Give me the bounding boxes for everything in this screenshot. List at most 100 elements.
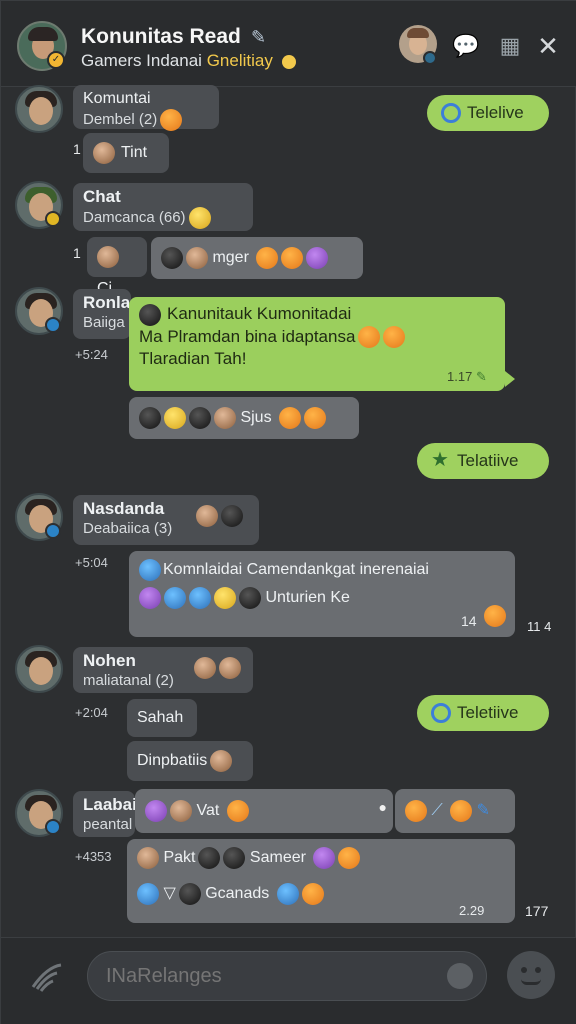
pencil-icon: ✎ bbox=[475, 369, 487, 384]
sender-name: Chat bbox=[83, 187, 121, 206]
emoji-icon bbox=[281, 246, 304, 269]
reply-bubble: Ci bbox=[87, 237, 147, 297]
emoji-icon bbox=[313, 847, 336, 869]
message-line: Kanunitauk Kumonitadai bbox=[139, 303, 495, 326]
chat-title: Konunitas Read bbox=[81, 25, 241, 48]
message-bubble: Laabai peantal bbox=[73, 791, 137, 837]
emoji-icon bbox=[139, 406, 161, 429]
online-badge-icon bbox=[423, 51, 437, 65]
reaction-bubble: ⟋ ✎ bbox=[395, 789, 515, 833]
thread-count: 1 bbox=[73, 141, 81, 157]
status-pill[interactable]: Telelive bbox=[427, 95, 549, 131]
reaction-count: 2.29 bbox=[459, 903, 485, 918]
emoji-icon bbox=[164, 587, 186, 609]
emoji-icon bbox=[223, 847, 246, 869]
badge-icon bbox=[45, 211, 61, 227]
emoji-icon bbox=[221, 505, 243, 527]
emoji-group bbox=[193, 505, 243, 527]
smiley-icon[interactable] bbox=[447, 963, 473, 989]
dot-icon[interactable]: ● bbox=[379, 789, 387, 825]
emoji-icon bbox=[188, 207, 211, 229]
message-bubble: Ronla Baiiga bbox=[73, 289, 131, 339]
emoji-icon bbox=[358, 326, 381, 349]
emoji-icon bbox=[306, 246, 329, 269]
emoji-group bbox=[191, 657, 241, 679]
emoji-icon bbox=[137, 847, 159, 869]
badge-icon bbox=[45, 523, 61, 539]
emoji-icon bbox=[170, 799, 192, 822]
close-icon[interactable]: ✕ bbox=[533, 31, 563, 61]
signal-icon[interactable] bbox=[27, 957, 67, 997]
sender-sub: Dembel (2) bbox=[83, 109, 209, 131]
emoji-icon bbox=[405, 799, 427, 822]
emoji-icon bbox=[226, 799, 249, 822]
drop-icon bbox=[441, 103, 461, 123]
drop-icon bbox=[431, 703, 451, 723]
emoji-icon bbox=[139, 303, 161, 326]
reaction-text: Sjus bbox=[240, 409, 272, 426]
emoji-icon bbox=[189, 587, 211, 609]
emoji-icon bbox=[276, 883, 299, 905]
chat-bubble-icon[interactable]: 💬 bbox=[451, 31, 481, 61]
status-pill[interactable]: ★ Telatiive bbox=[417, 443, 549, 479]
message-bubble: Pakt Sameer ▽ Gcanads bbox=[127, 839, 515, 923]
message-bubble: Chat Damcanca (66) bbox=[73, 183, 253, 231]
emoji-icon bbox=[239, 587, 261, 609]
emoji-icon bbox=[145, 799, 167, 822]
emoji-icon bbox=[164, 406, 186, 429]
message-line: Pakt Sameer bbox=[137, 847, 505, 869]
reaction-bubble: mger bbox=[151, 237, 363, 279]
message-time: 1.17 ✎ bbox=[447, 369, 487, 384]
message-bubble: Komuntai Dembel (2) bbox=[73, 85, 219, 131]
emoji-icon bbox=[219, 657, 241, 679]
status-pill[interactable]: Teletiive bbox=[417, 695, 549, 731]
avatar[interactable] bbox=[15, 85, 63, 133]
message-line: Komnlaidai Camendankgat inerenaiai bbox=[139, 559, 505, 581]
reaction-count: 14 bbox=[461, 613, 477, 629]
emoji-icon bbox=[210, 749, 233, 772]
wand-icon: ⟋ bbox=[427, 802, 448, 819]
emoji-icon bbox=[160, 109, 183, 131]
emoji-icon bbox=[450, 799, 473, 822]
tag-icon: ✎ bbox=[251, 27, 267, 47]
emoji-icon bbox=[186, 246, 208, 269]
message-bubble: Komnlaidai Camendankgat inerenaiai Untur… bbox=[129, 551, 515, 637]
sender-name: Komuntai bbox=[83, 90, 151, 107]
reaction-bubble: Sjus bbox=[129, 397, 359, 439]
timestamp: +5:04 bbox=[75, 555, 108, 570]
badge-icon bbox=[45, 819, 61, 835]
chat-window: ✓ Konunitas Read ✎ Gamers Indanai Gnelit… bbox=[0, 0, 576, 1024]
avatar[interactable] bbox=[15, 645, 63, 693]
chat-subtitle: Gamers Indanai Gnelitiay bbox=[81, 51, 296, 71]
bubble-tail bbox=[505, 371, 515, 387]
emoji-icon bbox=[161, 246, 183, 269]
archive-icon[interactable]: ▦ bbox=[495, 31, 525, 61]
pencil-icon: ✎ bbox=[472, 802, 490, 819]
send-button[interactable] bbox=[507, 951, 555, 999]
emoji-icon bbox=[304, 406, 327, 429]
emoji-icon bbox=[189, 406, 211, 429]
emoji-icon bbox=[214, 587, 236, 609]
sender-sub: Baiiga bbox=[83, 314, 125, 331]
reply-bubble: Dinpbatiis bbox=[127, 741, 253, 781]
emoji-icon bbox=[198, 847, 221, 869]
reaction-text: mger bbox=[212, 249, 249, 266]
sender-sub: peantal bbox=[83, 816, 133, 833]
thread-count: 1 bbox=[73, 245, 81, 261]
emoji-icon bbox=[301, 883, 324, 905]
timestamp: +2:04 bbox=[75, 705, 108, 720]
message-line: Ma Plramdan bina idaptansa bbox=[139, 326, 495, 349]
emoji-icon bbox=[97, 245, 119, 268]
emoji-icon bbox=[139, 559, 161, 581]
emoji-icon bbox=[214, 406, 236, 429]
timestamp: +5:24 bbox=[75, 347, 108, 362]
message-line: Tlaradian Tah! bbox=[139, 349, 247, 369]
timestamp: +4353 bbox=[75, 849, 112, 864]
reaction-count: 11 4 bbox=[527, 619, 552, 634]
emoji-icon bbox=[178, 883, 201, 905]
emoji-icon bbox=[256, 246, 279, 269]
emoji-icon bbox=[196, 505, 218, 527]
message-input[interactable] bbox=[87, 951, 487, 1001]
emoji-icon bbox=[338, 847, 361, 869]
message-line: Unturien Ke bbox=[139, 587, 505, 609]
